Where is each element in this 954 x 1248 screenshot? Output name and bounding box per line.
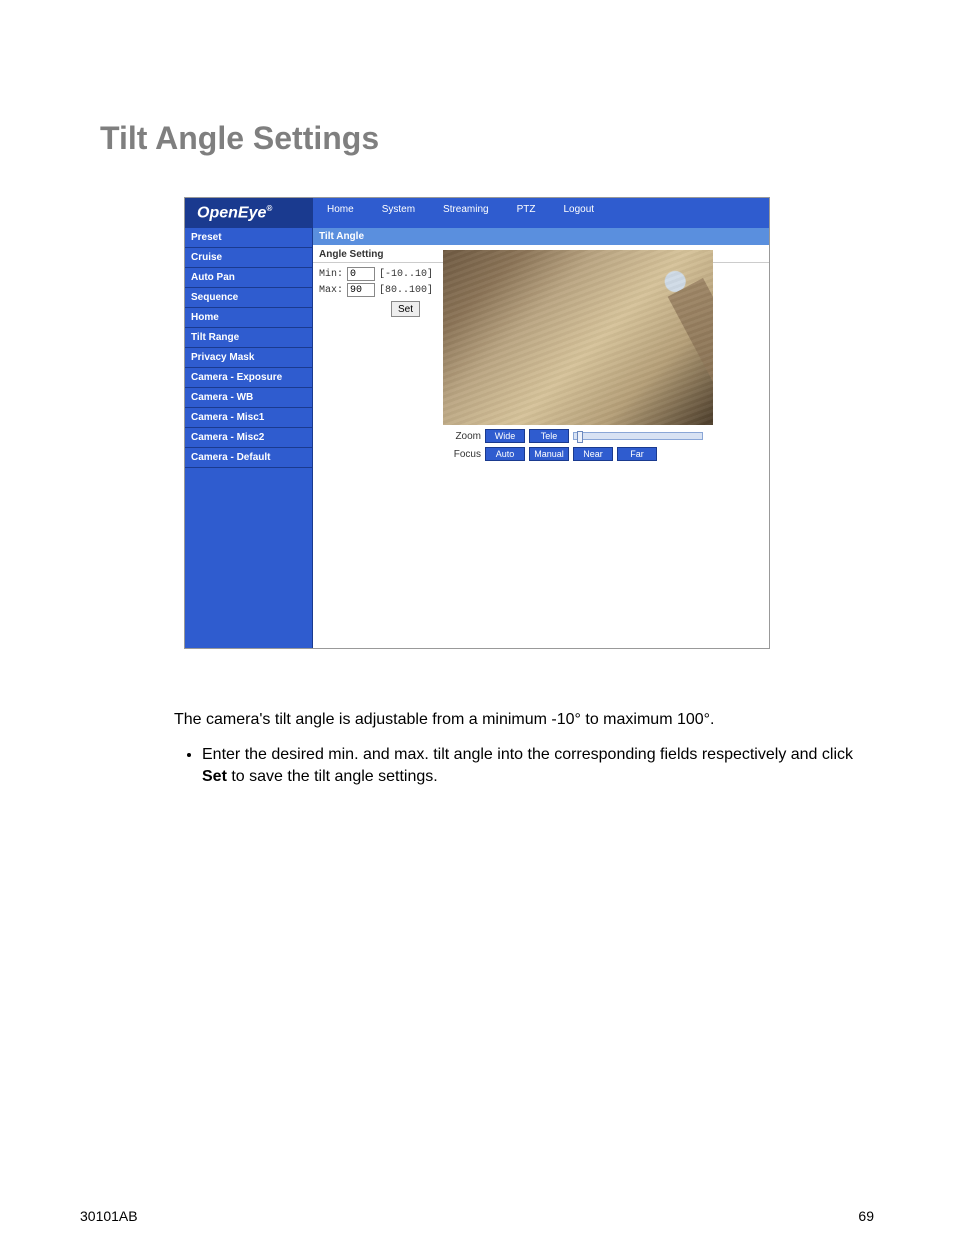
content-panel: Tilt Angle Angle Setting Min: [-10..10] … <box>313 228 769 648</box>
max-range: [80..100] <box>379 285 433 296</box>
zoom-wide-button[interactable]: Wide <box>485 429 525 443</box>
min-input[interactable] <box>347 267 375 281</box>
sidebar-camera-misc2[interactable]: Camera - Misc2 <box>185 428 312 448</box>
video-feed <box>443 250 713 425</box>
sidebar-camera-exposure[interactable]: Camera - Exposure <box>185 368 312 388</box>
nav-home[interactable]: Home <box>313 198 368 228</box>
focus-far-button[interactable]: Far <box>617 447 657 461</box>
max-input[interactable] <box>347 283 375 297</box>
description-paragraph: The camera's tilt angle is adjustable fr… <box>174 709 874 731</box>
nav-logout[interactable]: Logout <box>550 198 609 228</box>
page-title: Tilt Angle Settings <box>100 120 854 157</box>
instruction-bullet: Enter the desired min. and max. tilt ang… <box>202 744 874 789</box>
sidebar-camera-wb[interactable]: Camera - WB <box>185 388 312 408</box>
nav-streaming[interactable]: Streaming <box>429 198 503 228</box>
zoom-label: Zoom <box>443 431 481 442</box>
min-range: [-10..10] <box>379 269 433 280</box>
zoom-tele-button[interactable]: Tele <box>529 429 569 443</box>
video-panel: Zoom Wide Tele Focus Auto Manual Near Fa… <box>443 250 713 461</box>
sidebar-auto-pan[interactable]: Auto Pan <box>185 268 312 288</box>
content-header: Tilt Angle <box>313 228 769 245</box>
nav-ptz[interactable]: PTZ <box>503 198 550 228</box>
sidebar-sequence[interactable]: Sequence <box>185 288 312 308</box>
focus-label: Focus <box>443 449 481 460</box>
nav-system[interactable]: System <box>368 198 429 228</box>
sidebar-home[interactable]: Home <box>185 308 312 328</box>
sidebar-preset[interactable]: Preset <box>185 228 312 248</box>
sidebar-camera-default[interactable]: Camera - Default <box>185 448 312 468</box>
focus-manual-button[interactable]: Manual <box>529 447 569 461</box>
sidebar-camera-misc1[interactable]: Camera - Misc1 <box>185 408 312 428</box>
focus-near-button[interactable]: Near <box>573 447 613 461</box>
app-screenshot: OpenEye® Home System Streaming PTZ Logou… <box>184 197 770 649</box>
sidebar-privacy-mask[interactable]: Privacy Mask <box>185 348 312 368</box>
top-bar: OpenEye® Home System Streaming PTZ Logou… <box>185 198 769 228</box>
nav-tabs: Home System Streaming PTZ Logout <box>313 198 769 228</box>
zoom-slider[interactable] <box>573 432 703 440</box>
body-text: The camera's tilt angle is adjustable fr… <box>0 649 954 788</box>
doc-id: 30101AB <box>80 1208 138 1224</box>
max-label: Max: <box>319 285 343 296</box>
focus-auto-button[interactable]: Auto <box>485 447 525 461</box>
set-button[interactable]: Set <box>391 301 420 317</box>
sidebar-tilt-range[interactable]: Tilt Range <box>185 328 312 348</box>
logo: OpenEye® <box>185 198 313 228</box>
zoom-slider-thumb[interactable] <box>577 431 583 443</box>
footer: 30101AB 69 <box>80 1208 874 1224</box>
sidebar: Preset Cruise Auto Pan Sequence Home Til… <box>185 228 313 648</box>
min-label: Min: <box>319 269 343 280</box>
sidebar-cruise[interactable]: Cruise <box>185 248 312 268</box>
page-number: 69 <box>858 1208 874 1224</box>
